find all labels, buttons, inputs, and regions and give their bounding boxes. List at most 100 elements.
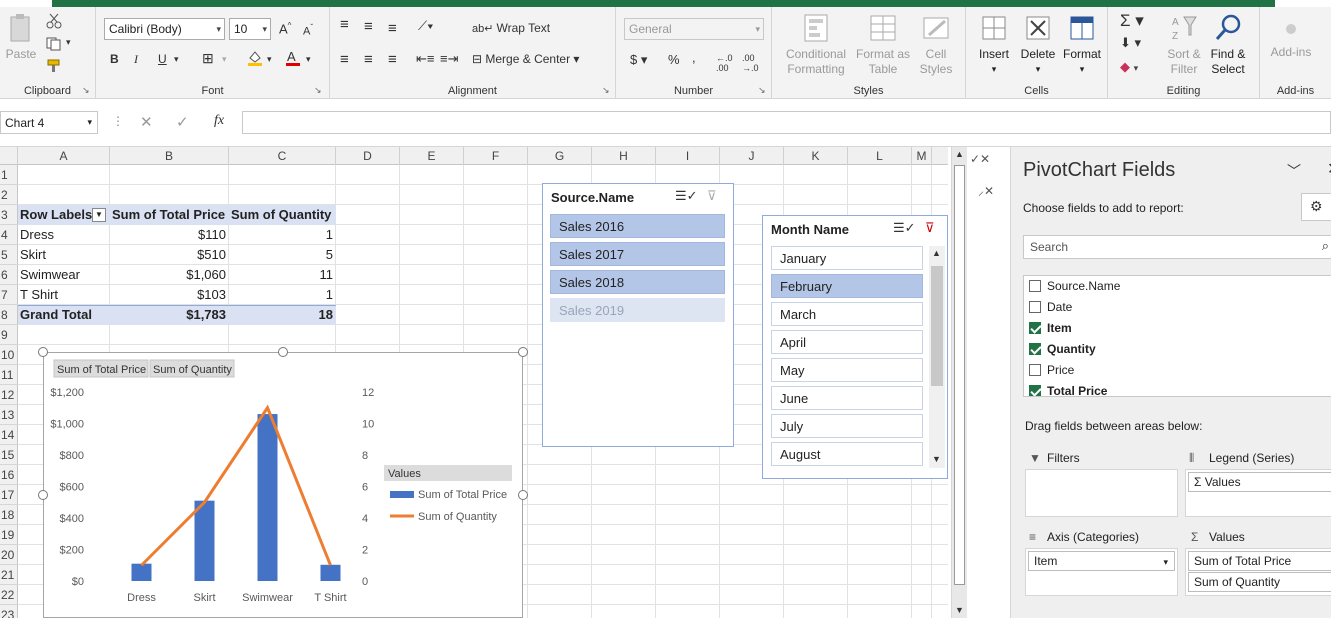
row-header-14[interactable]: 14 — [0, 425, 18, 445]
row-header-16[interactable]: 16 — [0, 465, 18, 485]
close-pane-icon[interactable]: ✕ — [1327, 159, 1331, 179]
checkbox-icon[interactable] — [1029, 343, 1041, 355]
field-search-input[interactable]: Search ⌕ — [1023, 235, 1331, 259]
column-header-l[interactable]: L — [848, 147, 912, 165]
column-header-f[interactable]: F — [464, 147, 528, 165]
checkbox-icon[interactable] — [1029, 385, 1041, 396]
font-color-icon[interactable]: A — [284, 49, 302, 67]
scroll-thumb[interactable] — [931, 266, 943, 386]
row-header-20[interactable]: 20 — [0, 545, 18, 565]
clear-filter-icon[interactable]: ⊽ — [925, 220, 935, 236]
row-header-2[interactable]: 2 — [0, 185, 18, 205]
checkbox-icon[interactable] — [1029, 322, 1041, 334]
paste-button[interactable]: Paste — [4, 13, 38, 62]
increase-font-icon[interactable]: A^ — [279, 21, 291, 36]
row-header-22[interactable]: 22 — [0, 585, 18, 605]
scroll-thumb[interactable] — [954, 165, 965, 585]
bold-icon[interactable]: B — [110, 52, 119, 66]
resize-handle[interactable] — [278, 347, 288, 357]
borders-dropdown-icon[interactable]: ▾ — [222, 54, 227, 65]
scroll-down-icon[interactable]: ▼ — [932, 454, 941, 464]
decrease-decimal-icon[interactable]: .00 →.0 — [742, 53, 759, 73]
column-header-h[interactable]: H — [592, 147, 656, 165]
fill-color-dropdown-icon[interactable]: ▾ — [267, 54, 272, 65]
comma-icon[interactable]: , — [692, 50, 696, 65]
resize-handle[interactable] — [38, 490, 48, 500]
delete-button[interactable]: Delete ▾ — [1016, 13, 1060, 77]
slicer-item[interactable]: Sales 2018 — [550, 270, 725, 294]
scroll-up-icon[interactable]: ▲ — [932, 248, 941, 258]
format-button[interactable]: Format ▾ — [1060, 13, 1104, 77]
orientation-icon[interactable]: ⟋▾ — [418, 18, 433, 34]
slicer-item[interactable]: February — [771, 274, 923, 298]
slicer-item[interactable]: March — [771, 302, 923, 326]
number-format-combo[interactable]: General ▾ — [624, 18, 764, 40]
conditional-formatting-button[interactable]: Conditional Formatting — [778, 13, 854, 77]
values-area[interactable]: Sum of Total Price▾ Sum of Quantity▾ — [1185, 548, 1331, 596]
copy-dropdown-icon[interactable]: ▾ — [66, 37, 71, 48]
slicer-month-name[interactable]: Month Name ☰✓ ⊽ January February March Apri… — [762, 215, 948, 479]
slicer-item[interactable]: June — [771, 386, 923, 410]
resize-handle[interactable] — [518, 490, 528, 500]
row-header-18[interactable]: 18 — [0, 505, 18, 525]
checkbox-icon[interactable] — [1029, 364, 1041, 376]
italic-icon[interactable]: I — [134, 52, 138, 67]
row-header-13[interactable]: 13 — [0, 405, 18, 425]
slicer-item[interactable]: July — [771, 414, 923, 438]
resize-handle[interactable] — [518, 347, 528, 357]
decrease-font-icon[interactable]: Aˇ — [303, 23, 313, 38]
column-header-d[interactable]: D — [336, 147, 400, 165]
filter-dropdown-icon[interactable]: ▼ — [92, 208, 106, 222]
insert-function-icon[interactable]: fx — [214, 113, 224, 129]
find-select-button[interactable]: Find & Select — [1204, 13, 1252, 77]
bottom-align-icon[interactable]: ≡ — [388, 20, 397, 37]
row-header-4[interactable]: 4 — [0, 225, 18, 245]
currency-icon[interactable]: $ ▾ — [630, 52, 647, 68]
slicer-source-name[interactable]: Source.Name ☰✓ ⊽ Sales 2016 Sales 2017 Sal… — [542, 183, 734, 447]
column-header-m[interactable]: M — [912, 147, 932, 165]
column-header-g[interactable]: G — [528, 147, 592, 165]
format-as-table-button[interactable]: Format as Table — [854, 13, 912, 77]
field-quantity[interactable]: Quantity — [1029, 342, 1096, 356]
dialog-launcher-icon[interactable]: ↘ — [758, 85, 766, 96]
values-item-total-price[interactable]: Sum of Total Price▾ — [1188, 551, 1331, 571]
cell-styles-button[interactable]: Cell Styles — [914, 13, 958, 77]
collapse-icon[interactable]: ✓✕ — [970, 152, 990, 166]
field-total-price[interactable]: Total Price — [1029, 384, 1107, 396]
column-header-k[interactable]: K — [784, 147, 848, 165]
row-header-1[interactable]: 1 — [0, 165, 18, 185]
scroll-up-icon[interactable]: ▲ — [955, 149, 964, 159]
axis-area[interactable]: Item ▾ — [1025, 548, 1178, 596]
sort-filter-button[interactable]: AZ Sort & Filter — [1164, 13, 1204, 77]
field-price[interactable]: Price — [1029, 363, 1074, 377]
row-header-5[interactable]: 5 — [0, 245, 18, 265]
name-box[interactable]: Chart 4 ▾ — [0, 111, 98, 134]
select-all-corner[interactable] — [0, 147, 18, 165]
checkbox-icon[interactable] — [1029, 301, 1041, 313]
merge-center-button[interactable]: ⊟ Merge & Center ▾ — [472, 52, 579, 66]
middle-align-icon[interactable]: ≡ — [364, 18, 373, 35]
increase-indent-icon[interactable]: ≡⇥ — [440, 51, 458, 67]
row-header-23[interactable]: 23 — [0, 605, 18, 618]
cut-icon[interactable] — [46, 13, 62, 29]
row-header-3[interactable]: 3 — [0, 205, 18, 225]
column-header-j[interactable]: J — [720, 147, 784, 165]
vertical-scrollbar[interactable]: ▲ ▼ — [951, 147, 967, 618]
top-align-icon[interactable]: ≡ — [340, 16, 349, 33]
enter-icon[interactable]: ✓ — [176, 113, 189, 131]
slicer-item[interactable]: Sales 2019 — [550, 298, 725, 322]
format-painter-icon[interactable] — [46, 59, 62, 73]
row-header-6[interactable]: 6 — [0, 265, 18, 285]
row-header-11[interactable]: 11 — [0, 365, 18, 385]
filters-area[interactable] — [1025, 469, 1178, 517]
align-left-icon[interactable]: ≡ — [340, 51, 349, 68]
slicer-item[interactable]: August — [771, 442, 923, 466]
row-header-17[interactable]: 17 — [0, 485, 18, 505]
pane-options-chevron-icon[interactable]: ﹀ — [1287, 161, 1301, 181]
scroll-down-icon[interactable]: ▼ — [955, 605, 964, 615]
checkbox-icon[interactable] — [1029, 280, 1041, 292]
slicer-item[interactable]: May — [771, 358, 923, 382]
dialog-launcher-icon[interactable]: ↘ — [602, 85, 610, 96]
font-size-combo[interactable]: 10 ▾ — [229, 18, 271, 40]
slicer-scrollbar[interactable]: ▲ ▼ — [929, 246, 945, 468]
